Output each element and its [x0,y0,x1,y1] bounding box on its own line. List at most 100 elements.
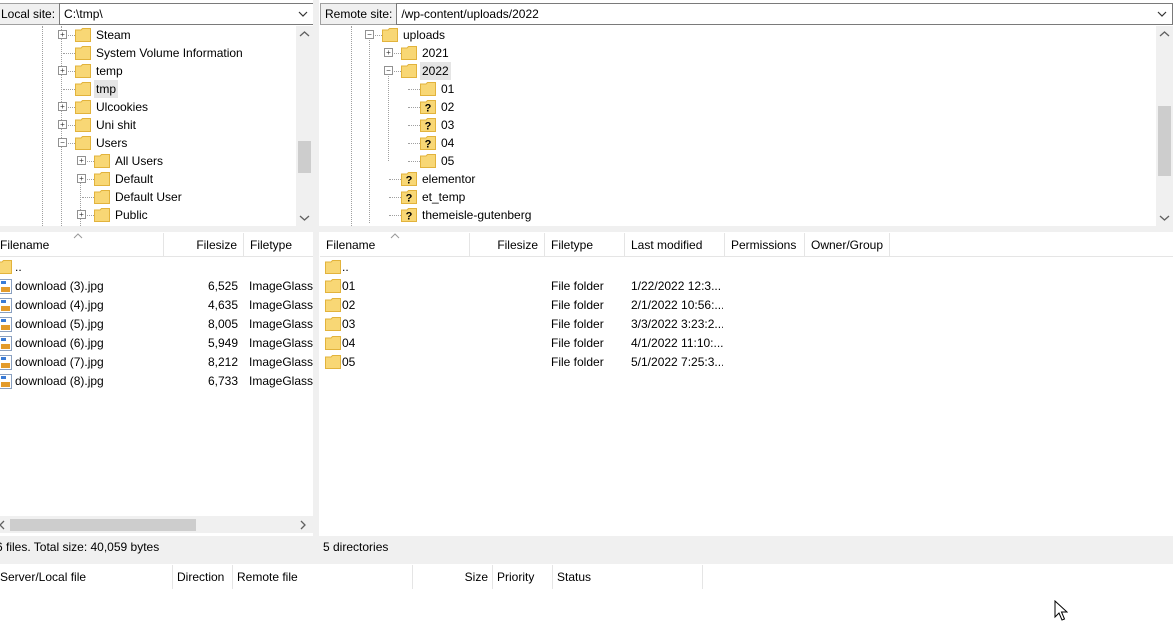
svg-text:?: ? [425,103,432,115]
vertical-splitter[interactable] [313,0,319,560]
scroll-thumb[interactable] [298,141,311,173]
tree-item[interactable]: + Ulcookies [0,98,313,116]
scroll-thumb[interactable] [1158,106,1171,176]
image-file-icon [0,298,12,313]
tree-item[interactable]: ? 04 [320,134,1156,152]
local-tree-scrollbar[interactable] [296,26,313,226]
expand-icon[interactable]: + [58,66,67,75]
tree-item[interactable]: 05 [320,152,1156,170]
tree-item[interactable]: − uploads [320,26,1156,44]
local-file-list[interactable]: Filename Filesize Filetype .. download (… [0,233,313,535]
column-server-local-file[interactable]: Server/Local file [0,565,173,589]
chevron-down-icon[interactable] [298,10,308,18]
column-size[interactable]: Size [413,565,493,589]
remote-site-path-combo[interactable]: /wp-content/uploads/2022 [396,3,1173,25]
file-name: 01 [342,279,356,293]
tree-item-label: et_temp [422,190,466,204]
tree-item-label: 2022 [420,62,451,80]
local-directory-tree[interactable]: + Steam System Volume Information + temp tmp +… [0,26,313,226]
horizontal-splitter[interactable] [0,226,1173,232]
scroll-right-icon[interactable] [299,520,307,530]
column-permissions[interactable]: Permissions [725,233,805,257]
tree-item[interactable]: ? themeisle-gutenberg [320,206,1156,224]
expand-icon[interactable]: + [77,156,86,165]
column-remote-file[interactable]: Remote file [233,565,413,589]
tree-item[interactable]: − Users [0,134,313,152]
tree-item-label: temp [96,64,123,78]
list-item[interactable]: download (4).jpg 4,635 ImageGlass [0,296,313,315]
local-list-hscrollbar[interactable] [0,516,313,533]
local-site-path-combo[interactable]: C:\tmp\ [59,3,314,25]
column-filetype[interactable]: Filetype [244,233,313,257]
scroll-up-icon[interactable] [299,30,310,38]
folder-icon [382,28,398,42]
tree-item-label: 05 [441,154,455,168]
tree-item[interactable]: ? 02 [320,98,1156,116]
expand-icon[interactable]: + [384,48,393,57]
tree-item[interactable]: Default User [0,188,313,206]
image-file-icon [0,336,12,351]
tree-item[interactable]: + Default [0,170,313,188]
expand-icon[interactable]: + [58,120,67,129]
expand-icon[interactable]: + [77,210,86,219]
expand-icon[interactable]: + [77,174,86,183]
scroll-down-icon[interactable] [299,214,310,222]
collapse-icon[interactable]: − [384,66,393,75]
tree-item[interactable]: + temp [0,62,313,80]
tree-item[interactable]: 01 [320,80,1156,98]
tree-item[interactable]: ? et_temp [320,188,1156,206]
tree-item[interactable]: + Uni shit [0,116,313,134]
list-item[interactable]: 03 File folder 3/3/2022 3:23:2... [320,315,1173,334]
tree-item[interactable]: + All Users [0,152,313,170]
list-item[interactable]: download (7).jpg 8,212 ImageGlass [0,353,313,372]
file-type: ImageGlass [249,336,313,350]
svg-text:?: ? [425,121,432,133]
list-item[interactable]: download (3).jpg 6,525 ImageGlass [0,277,313,296]
scroll-left-icon[interactable] [0,520,6,530]
list-item[interactable]: 04 File folder 4/1/2022 11:10:... [320,334,1173,353]
list-item[interactable]: 05 File folder 5/1/2022 7:25:3... [320,353,1173,372]
column-owner-group[interactable]: Owner/Group [805,233,890,257]
tree-item-label: System Volume Information [96,46,243,60]
folder-icon [94,172,110,186]
remote-tree-scrollbar[interactable] [1156,26,1173,226]
column-last-modified[interactable]: Last modified [625,233,725,257]
list-item-parent-dir[interactable]: .. [0,258,313,277]
tree-item[interactable]: +2021 [320,44,1156,62]
expand-icon[interactable]: + [58,30,67,39]
tree-item[interactable]: ? elementor [320,170,1156,188]
folder-icon [75,100,91,114]
collapse-icon[interactable]: − [365,30,374,39]
tree-item[interactable]: System Volume Information [0,44,313,62]
list-item[interactable]: download (6).jpg 5,949 ImageGlass [0,334,313,353]
scroll-thumb[interactable] [10,519,196,531]
column-priority[interactable]: Priority [493,565,553,589]
tree-item[interactable]: + Public [0,206,313,224]
column-status[interactable]: Status [553,565,703,589]
list-item-parent-dir[interactable]: .. [320,258,1173,277]
scroll-down-icon[interactable] [1159,214,1170,222]
remote-directory-tree[interactable]: − uploads +2021 − 2022 01? 02? 03? 04 05 ? elemento… [320,26,1156,226]
queue-splitter[interactable] [0,558,1173,564]
column-filesize[interactable]: Filesize [470,233,545,257]
list-item[interactable]: 02 File folder 2/1/2022 10:56:... [320,296,1173,315]
tree-item[interactable]: tmp [0,80,313,98]
tree-item[interactable]: + Steam [0,26,313,44]
tree-item[interactable]: ? 03 [320,116,1156,134]
column-direction[interactable]: Direction [173,565,233,589]
folder-icon [325,279,341,293]
tree-item[interactable]: − 2022 [320,62,1156,80]
list-item[interactable]: download (8).jpg 6,733 ImageGlass [0,372,313,391]
remote-site-path[interactable]: /wp-content/uploads/2022 [401,7,538,21]
local-site-path[interactable]: C:\tmp\ [64,7,103,21]
list-item[interactable]: download (5).jpg 8,005 ImageGlass [0,315,313,334]
collapse-icon[interactable]: − [58,138,67,147]
remote-file-list[interactable]: Filename Filesize Filetype Last modified… [320,233,1173,535]
column-filetype[interactable]: Filetype [545,233,625,257]
column-filesize[interactable]: Filesize [164,233,244,257]
chevron-down-icon[interactable] [1157,10,1167,18]
scroll-up-icon[interactable] [1159,30,1170,38]
list-item[interactable]: 01 File folder 1/22/2022 12:3... [320,277,1173,296]
file-name: download (7).jpg [15,355,104,369]
expand-icon[interactable]: + [58,102,67,111]
